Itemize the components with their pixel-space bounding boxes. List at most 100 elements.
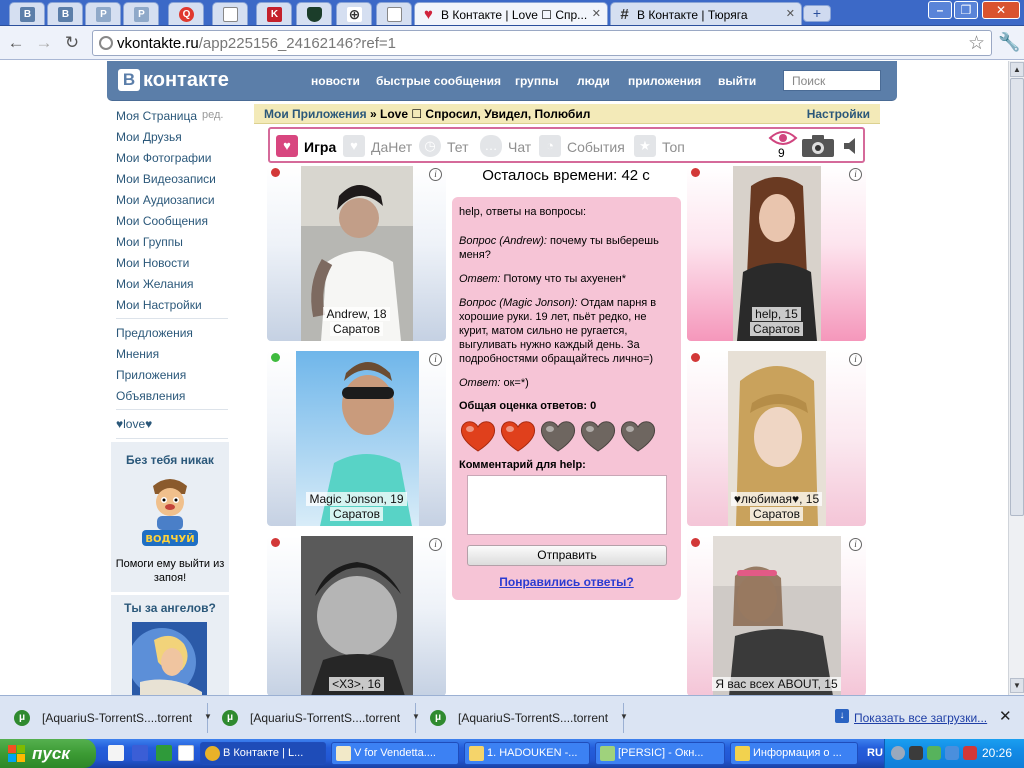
address-bar[interactable]: vkontakte.ru/app225156_24162146?ref=1 ☆ [92,30,992,56]
bookmark-star-icon[interactable]: ☆ [968,32,985,55]
nav-quick-messages[interactable]: быстрые сообщения [376,74,501,88]
nav-apps[interactable]: приложения [628,74,701,88]
taskbar-item[interactable]: V for Vendetta.... [331,742,459,765]
send-button[interactable]: Отправить [467,545,667,566]
speaker-icon[interactable] [841,135,863,157]
menu-friends[interactable]: Мои Друзья [116,130,182,144]
profile-card[interactable]: i Magic Jonson, 19 Саратов [267,351,446,526]
quicklaunch-icon[interactable] [132,745,148,761]
menu-love-app[interactable]: ♥love♥ [116,417,152,431]
menu-videos[interactable]: Мои Видеозаписи [116,172,216,186]
close-icon[interactable]: ✕ [592,7,601,20]
wrench-icon[interactable]: 🔧 [998,32,1020,53]
heart-empty-icon[interactable] [579,419,617,453]
search-input[interactable]: Поиск [783,70,881,91]
app-tab-tet[interactable]: ◷ Тет [419,135,477,159]
vertical-scrollbar[interactable]: ▲ ▼ [1008,61,1024,695]
tab-pinned-3[interactable]: P [85,2,121,25]
menu-apps[interactable]: Приложения [116,368,186,382]
reload-icon[interactable]: ↻ [62,33,82,53]
nav-people[interactable]: люди [577,74,610,88]
info-icon[interactable]: i [849,538,862,551]
dropdown-icon[interactable]: ▼ [620,712,628,721]
promo-angel-image[interactable] [132,622,207,695]
app-tab-yesno[interactable]: ♥ ДаНет [343,135,417,159]
info-icon[interactable]: i [849,353,862,366]
menu-groups[interactable]: Мои Группы [116,235,183,249]
info-icon[interactable]: i [849,168,862,181]
tab-pinned-7[interactable]: K [256,2,292,25]
scroll-down-icon[interactable]: ▼ [1010,678,1024,693]
info-icon[interactable]: i [429,538,442,551]
promo-drunk-character-image[interactable]: ВОДЧУЙ [139,472,201,548]
menu-messages[interactable]: Мои Сообщения [116,214,208,228]
tab-pinned-6[interactable] [212,2,248,25]
tab-pinned-1[interactable]: В [9,2,45,25]
comment-textarea[interactable] [467,475,667,535]
profile-card[interactable]: i <X3>, 16 [267,536,446,695]
menu-opinions[interactable]: Мнения [116,347,159,361]
nav-groups[interactable]: группы [515,74,559,88]
language-indicator[interactable]: RU [867,747,883,759]
tray-icon[interactable] [909,746,923,760]
breadcrumb-my-apps-link[interactable]: Мои Приложения [264,107,367,121]
scrollbar-thumb[interactable] [1010,78,1024,516]
maximize-button[interactable]: ❐ [954,1,978,19]
close-icon[interactable]: ✕ [786,7,795,20]
taskbar-item[interactable]: Информация о ... [730,742,858,765]
tab-pinned-8[interactable] [296,2,332,25]
info-icon[interactable]: i [429,168,442,181]
tab-active[interactable]: ♥ В Контакте | Love ☐ Спр... ✕ [414,2,608,25]
menu-wishes[interactable]: Мои Желания [116,277,194,291]
liked-answers-link[interactable]: Понравились ответы? [452,575,681,589]
app-tab-game[interactable]: ♥ Игра [276,135,342,159]
promo-title[interactable]: Без тебя никак [111,453,229,467]
shield-icon[interactable] [963,746,977,760]
menu-photos[interactable]: Мои Фотографии [116,151,211,165]
new-tab-button[interactable]: + [803,5,831,22]
forward-icon[interactable]: → [34,33,54,53]
taskbar-item[interactable]: В Контакте | L... [200,742,326,765]
eye-icon[interactable] [768,128,798,148]
minimize-button[interactable]: – [928,1,952,19]
menu-news[interactable]: Мои Новости [116,256,189,270]
quicklaunch-icon[interactable] [178,745,194,761]
taskbar-item[interactable]: 1. HADOUKEN -... [464,742,590,765]
heart-filled-icon[interactable] [499,419,537,453]
tab-pinned-10[interactable] [376,2,412,25]
dropdown-icon[interactable]: ▼ [204,712,212,721]
dropdown-icon[interactable]: ▼ [412,712,420,721]
heart-filled-icon[interactable] [459,419,497,453]
tray-icon[interactable] [945,746,959,760]
profile-card[interactable]: i Я вас всех ABOUT, 15 [687,536,866,695]
profile-card[interactable]: i ♥любимая♥, 15 Саратов [687,351,866,526]
taskbar-item[interactable]: [PERSIC] - Окн... [595,742,725,765]
close-shelf-icon[interactable]: ✕ [999,707,1012,725]
heart-empty-icon[interactable] [619,419,657,453]
heart-empty-icon[interactable] [539,419,577,453]
tray-icon[interactable] [891,746,905,760]
menu-offers[interactable]: Предложения [116,326,193,340]
menu-my-page[interactable]: Моя Страница [116,109,197,123]
app-settings-link[interactable]: Настройки [807,107,870,121]
close-window-button[interactable]: ✕ [982,1,1020,19]
download-item[interactable]: μ [AquariuS-TorrentS....torrent ▼ [424,703,628,733]
profile-card[interactable]: i Andrew, 18 Саратов [267,166,446,341]
camera-icon[interactable] [801,134,835,158]
quicklaunch-icon[interactable] [156,745,172,761]
tab-second[interactable]: # В Контакте | Тюряга ✕ [610,2,802,25]
tab-pinned-9[interactable]: ⊕ [336,2,372,25]
tray-icon[interactable] [927,746,941,760]
app-tab-events[interactable]: ◔ События [539,135,629,159]
promo-title[interactable]: Ты за ангелов? [111,601,229,615]
tab-pinned-2[interactable]: В [47,2,83,25]
info-icon[interactable]: i [429,353,442,366]
menu-audio[interactable]: Мои Аудиозаписи [116,193,215,207]
start-button[interactable]: пуск [0,739,96,768]
quicklaunch-icon[interactable] [108,745,124,761]
show-all-downloads-link[interactable]: Показать все загрузки... [854,711,987,725]
download-item[interactable]: μ [AquariuS-TorrentS....torrent ▼ [216,703,420,733]
download-item[interactable]: μ [AquariuS-TorrentS....torrent ▼ [8,703,212,733]
tab-pinned-5[interactable]: Q [168,2,204,25]
nav-logout[interactable]: выйти [718,74,756,88]
